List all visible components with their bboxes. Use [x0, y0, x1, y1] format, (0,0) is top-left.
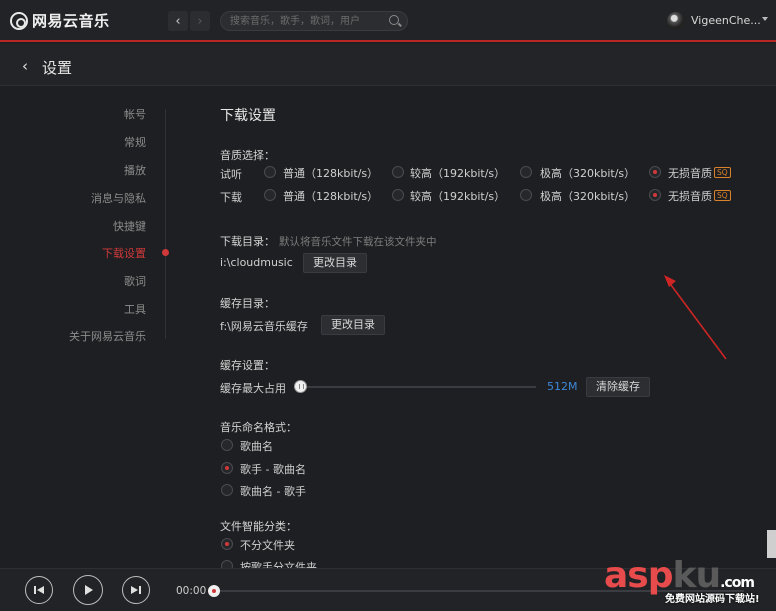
- option-label: 较高（192kbit/s）: [410, 190, 506, 203]
- cache-max-value: 512M: [547, 380, 578, 393]
- caret-down-icon[interactable]: [762, 17, 768, 21]
- username[interactable]: VigeenChe...: [691, 14, 761, 27]
- radio-download-lossless[interactable]: [649, 189, 661, 201]
- search-icon[interactable]: [389, 15, 399, 25]
- quality-row-label: 下载: [220, 191, 242, 204]
- watermark-subtitle: 免费网站源码下载站!: [665, 594, 760, 605]
- sidebar-item-playback[interactable]: 播放: [124, 162, 146, 178]
- side-tab[interactable]: [767, 530, 776, 558]
- option-label: 普通（128kbit/s）: [283, 167, 379, 180]
- top-bar: 网易云音乐 ‹ › VigeenChe...: [0, 0, 776, 42]
- watermark-part: .com: [720, 575, 755, 591]
- option-label: 普通（128kbit/s）: [283, 190, 379, 203]
- slider-handle[interactable]: [294, 380, 307, 393]
- option-label: 无损音质: [668, 167, 712, 180]
- sidebar-item-account[interactable]: 帐号: [124, 106, 146, 122]
- forward-nav-button[interactable]: ›: [190, 11, 210, 31]
- radio-naming-song[interactable]: [221, 439, 233, 451]
- watermark-part: asp: [604, 555, 673, 596]
- change-cache-dir-button[interactable]: 更改目录: [321, 315, 385, 335]
- next-button[interactable]: [122, 576, 150, 604]
- page-header: ‹ 设置: [0, 44, 776, 86]
- radio-download-high[interactable]: [392, 189, 404, 201]
- previous-icon: [34, 586, 44, 594]
- radio-preview-extreme[interactable]: [520, 166, 532, 178]
- quality-label: 音质选择：: [220, 149, 275, 162]
- back-icon[interactable]: ‹: [22, 57, 28, 75]
- radio-preview-normal[interactable]: [264, 166, 276, 178]
- option-label: 较高（192kbit/s）: [410, 167, 506, 180]
- progress-handle[interactable]: [208, 585, 220, 597]
- option-label: 不分文件夹: [240, 539, 295, 552]
- sidebar-item-about[interactable]: 关于网易云音乐: [69, 328, 146, 344]
- search-input[interactable]: [230, 14, 380, 28]
- play-icon: [85, 585, 93, 595]
- option-label: 歌手 - 歌曲名: [240, 463, 306, 476]
- active-indicator: [162, 249, 169, 256]
- change-download-dir-button[interactable]: 更改目录: [303, 253, 367, 273]
- quality-row-label: 试听: [220, 168, 242, 181]
- current-time: 00:00: [176, 585, 207, 597]
- previous-button[interactable]: [25, 576, 53, 604]
- settings-content: 帐号 常规 播放 消息与隐私 快捷键 下载设置 歌词 工具 关于网易云音乐 下载…: [0, 87, 776, 568]
- section-title: 下载设置: [220, 108, 276, 124]
- radio-download-normal[interactable]: [264, 189, 276, 201]
- download-dir-label: 下载目录：: [220, 235, 275, 248]
- option-label: 极高（320kbit/s）: [540, 167, 636, 180]
- radio-classify-artist[interactable]: [221, 560, 233, 568]
- option-label: 极高（320kbit/s）: [540, 190, 636, 203]
- page-title: 设置: [42, 59, 73, 77]
- play-button[interactable]: [73, 575, 103, 605]
- sidebar-item-privacy[interactable]: 消息与隐私: [91, 190, 146, 206]
- chevron-right-icon: ›: [197, 13, 203, 29]
- download-dir-path: i:\cloudmusic: [220, 256, 293, 269]
- sidebar-divider: [165, 109, 166, 339]
- radio-preview-high[interactable]: [392, 166, 404, 178]
- search-box: [220, 11, 408, 31]
- chevron-left-icon: ‹: [175, 13, 181, 29]
- sidebar-item-download[interactable]: 下载设置: [102, 245, 146, 261]
- back-nav-button[interactable]: ‹: [168, 11, 188, 31]
- sidebar-item-tools[interactable]: 工具: [124, 301, 146, 317]
- avatar[interactable]: [667, 12, 685, 30]
- annotation-arrow: [664, 275, 727, 360]
- option-label: 无损音质: [668, 190, 712, 203]
- cache-dir-label: 缓存目录：: [220, 297, 275, 310]
- radio-classify-none[interactable]: [221, 538, 233, 550]
- option-label: 歌曲名 - 歌手: [240, 485, 306, 498]
- sidebar-item-general[interactable]: 常规: [124, 134, 146, 150]
- classify-label: 文件智能分类：: [220, 520, 297, 533]
- sidebar-item-lyrics[interactable]: 歌词: [124, 273, 146, 289]
- cache-settings-label: 缓存设置：: [220, 359, 275, 372]
- next-icon: [131, 586, 141, 594]
- radio-naming-artist-song[interactable]: [221, 462, 233, 474]
- clear-cache-button[interactable]: 清除缓存: [586, 377, 650, 397]
- radio-preview-lossless[interactable]: [649, 166, 661, 178]
- app-name: 网易云音乐: [32, 12, 110, 30]
- radio-naming-song-artist[interactable]: [221, 484, 233, 496]
- cache-dir-path: f:\网易云音乐缓存: [220, 320, 308, 333]
- option-label: 按歌手分文件夹: [240, 561, 317, 568]
- cache-max-label: 缓存最大占用: [220, 382, 286, 395]
- watermark: aspku.com 免费网站源码下载站!: [604, 555, 760, 606]
- sq-badge: SQ: [714, 190, 731, 201]
- download-dir-hint: 默认将音乐文件下载在该文件夹中: [279, 236, 437, 248]
- naming-label: 音乐命名格式：: [220, 421, 297, 434]
- option-label: 歌曲名: [240, 440, 273, 453]
- sidebar-item-shortcuts[interactable]: 快捷键: [113, 218, 146, 234]
- netease-music-icon: [10, 11, 28, 30]
- cache-size-slider[interactable]: [300, 386, 536, 388]
- sq-badge: SQ: [714, 167, 731, 178]
- app-logo[interactable]: 网易云音乐: [10, 10, 110, 31]
- radio-download-extreme[interactable]: [520, 189, 532, 201]
